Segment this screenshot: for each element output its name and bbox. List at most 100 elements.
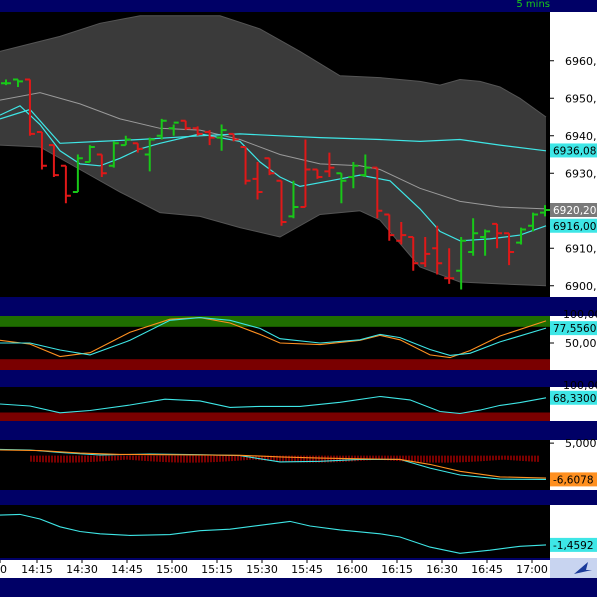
histogram-bar [45, 455, 47, 463]
price-axis-label: 6910,0 [565, 242, 597, 255]
histogram-bar [42, 455, 44, 463]
panel-separator [0, 370, 597, 387]
oscillator-zone [0, 316, 550, 327]
oscillator-top-label: 100,000 [563, 379, 597, 392]
histogram-bar [471, 455, 473, 462]
histogram-bar [444, 455, 446, 463]
histogram-bar [516, 455, 518, 461]
histogram-bar [102, 455, 104, 462]
histogram-bar [57, 455, 59, 463]
time-label: 16:00 [336, 563, 368, 576]
histogram-bar [489, 455, 491, 461]
histogram-bar [486, 455, 488, 461]
histogram-bar [144, 455, 146, 461]
histogram-bar [537, 455, 539, 462]
histogram-bar [495, 455, 497, 461]
oscillator-zone [0, 412, 550, 421]
histogram-bar [219, 455, 221, 462]
histogram-bar [183, 455, 185, 463]
price-value-tag: 6916,00 [553, 221, 596, 233]
histogram-bar [513, 455, 515, 461]
time-label: 16:45 [471, 563, 503, 576]
histogram-bar [186, 455, 188, 463]
time-label: 14:45 [111, 563, 143, 576]
histogram-bar [111, 455, 113, 461]
histogram-bar [207, 455, 209, 463]
histogram-bar [213, 455, 215, 463]
histogram-bar [423, 455, 425, 463]
histogram-bar [30, 455, 32, 462]
price-axis-label: 6930,0 [565, 167, 597, 180]
price-value-tag: 6920,20 [553, 205, 596, 217]
histogram-bar [222, 455, 224, 462]
histogram-bar [420, 455, 422, 463]
histogram-bar [396, 455, 398, 461]
histogram-bar [465, 455, 467, 463]
histogram-bar [99, 455, 101, 462]
histogram-bar [234, 455, 236, 461]
histogram-bar [237, 455, 239, 461]
histogram-bar [333, 455, 335, 463]
histogram-bar [360, 455, 362, 461]
oscillator-value-tag: -6,6078 [553, 474, 594, 486]
oscillator-value-tag: 68,3300 [553, 393, 596, 405]
interval-label: 5 mins [516, 0, 550, 10]
oscillator-zone [0, 359, 550, 370]
histogram-bar [414, 455, 416, 463]
histogram-bar [33, 455, 35, 462]
oscillator-value-tag: -1,4592 [553, 540, 594, 552]
histogram-bar [492, 455, 494, 461]
histogram-bar [501, 455, 503, 460]
histogram-bar [69, 455, 71, 463]
histogram-bar [39, 455, 41, 463]
histogram-bar [81, 455, 83, 463]
histogram-bar [162, 455, 164, 462]
histogram-bar [522, 455, 524, 462]
histogram-bar [477, 455, 479, 462]
histogram-bar [192, 455, 194, 463]
axis-separator [550, 490, 597, 505]
histogram-bar [135, 455, 137, 461]
histogram-bar [438, 455, 440, 463]
histogram-bar [393, 455, 395, 461]
histogram-bar [231, 455, 233, 462]
time-label: 14:30 [66, 563, 98, 576]
chart-canvas[interactable]: 6960,06950,06940,06930,06920,06910,06900… [0, 0, 597, 597]
histogram-bar [168, 455, 170, 463]
histogram-bar [459, 455, 461, 463]
histogram-bar [159, 455, 161, 462]
histogram-bar [225, 455, 227, 462]
histogram-bar [120, 455, 122, 461]
histogram-bar [462, 455, 464, 463]
histogram-bar [63, 455, 65, 463]
histogram-bar [507, 455, 509, 460]
histogram-bar [399, 455, 401, 462]
histogram-bar [483, 455, 485, 462]
histogram-bar [138, 455, 140, 461]
histogram-bar [189, 455, 191, 463]
histogram-bar [141, 455, 143, 461]
histogram-bar [108, 455, 110, 461]
histogram-bar [198, 455, 200, 463]
histogram-bar [75, 455, 77, 463]
histogram-bar [432, 455, 434, 463]
histogram-bar [132, 455, 134, 461]
histogram-bar [180, 455, 182, 463]
panel-separator [0, 0, 597, 12]
histogram-bar [129, 455, 131, 460]
histogram-bar [291, 455, 293, 463]
panel-separator [0, 490, 597, 505]
corner-box [550, 558, 597, 578]
histogram-bar [474, 455, 476, 462]
histogram-bar [72, 455, 74, 463]
histogram-bar [201, 455, 203, 463]
price-axis-label: 6900,0 [565, 280, 597, 293]
histogram-bar [54, 455, 56, 463]
histogram-bar [36, 455, 38, 462]
histogram-bar [153, 455, 155, 462]
histogram-bar [531, 455, 533, 462]
panel-separator [0, 421, 597, 440]
histogram-bar [150, 455, 152, 462]
histogram-bar [447, 455, 449, 463]
histogram-bar [435, 455, 437, 463]
